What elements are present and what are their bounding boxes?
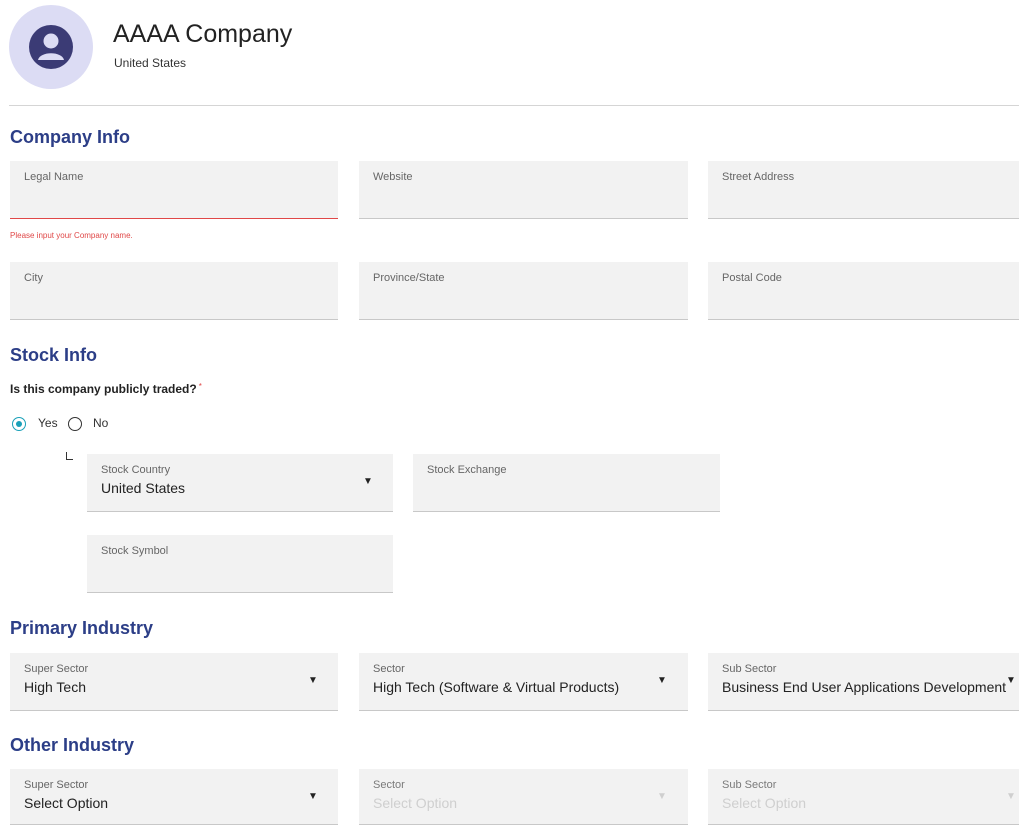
required-marker: * <box>198 382 202 391</box>
user-avatar-icon <box>29 25 73 69</box>
header-divider <box>9 105 1019 106</box>
other-sub-sector-select: Sub Sector Select Option ▼ <box>708 769 1019 825</box>
legal-name-label: Legal Name <box>24 171 84 183</box>
company-name: AAAA Company <box>113 20 293 48</box>
primary-sector-select[interactable]: Sector High Tech (Software & Virtual Pro… <box>359 653 688 711</box>
stock-symbol-label: Stock Symbol <box>101 545 169 557</box>
province-state-field[interactable]: Province/State <box>359 262 688 320</box>
website-label: Website <box>373 171 413 183</box>
radio-no-label[interactable]: No <box>93 416 108 430</box>
caret-down-icon: ▼ <box>1006 791 1016 802</box>
stock-country-select[interactable]: Stock Country United States ▼ <box>87 454 393 512</box>
stock-country-value: United States <box>101 480 186 496</box>
other-sector-select: Sector Select Option ▼ <box>359 769 688 825</box>
nested-indicator-icon <box>66 452 73 460</box>
primary-super-sector-select[interactable]: Super Sector High Tech ▼ <box>10 653 338 711</box>
street-address-field[interactable]: Street Address <box>708 161 1019 219</box>
other-sub-sector-value: Select Option <box>722 795 807 811</box>
caret-down-icon[interactable]: ▼ <box>363 476 373 487</box>
section-title-company-info: Company Info <box>10 127 130 147</box>
company-country: United States <box>114 56 187 70</box>
legal-name-error: Please input your Company name. <box>10 231 133 240</box>
caret-down-icon[interactable]: ▼ <box>308 791 318 802</box>
stock-exchange-field[interactable]: Stock Exchange <box>413 454 720 512</box>
other-super-sector-value: Select Option <box>24 795 109 811</box>
publicly-traded-question: Is this company publicly traded? * <box>10 382 202 396</box>
stock-exchange-label: Stock Exchange <box>427 464 507 476</box>
primary-sub-sector-select[interactable]: Sub Sector Business End User Application… <box>708 653 1019 711</box>
postal-code-field[interactable]: Postal Code <box>708 262 1019 320</box>
caret-down-icon[interactable]: ▼ <box>308 675 318 686</box>
street-address-label: Street Address <box>722 171 795 183</box>
caret-down-icon[interactable]: ▼ <box>1006 675 1016 686</box>
other-sub-sector-label: Sub Sector <box>722 779 777 791</box>
website-field[interactable]: Website <box>359 161 688 219</box>
company-avatar <box>9 5 93 89</box>
primary-sub-sector-label: Sub Sector <box>722 663 777 675</box>
other-super-sector-select[interactable]: Super Sector Select Option ▼ <box>10 769 338 825</box>
postal-code-label: Postal Code <box>722 272 782 284</box>
publicly-traded-question-text: Is this company publicly traded? <box>10 382 197 396</box>
primary-super-sector-value: High Tech <box>24 679 87 695</box>
primary-sector-value: High Tech (Software & Virtual Products) <box>373 679 620 695</box>
stock-symbol-field[interactable]: Stock Symbol <box>87 535 393 593</box>
radio-yes[interactable] <box>12 417 26 431</box>
radio-yes-label[interactable]: Yes <box>38 416 58 430</box>
province-state-label: Province/State <box>373 272 445 284</box>
section-title-other-industry: Other Industry <box>10 735 135 755</box>
other-sector-label: Sector <box>373 779 405 791</box>
stock-country-label: Stock Country <box>101 464 171 476</box>
city-field[interactable]: City <box>10 262 338 320</box>
primary-super-sector-label: Super Sector <box>24 663 89 675</box>
legal-name-field[interactable]: Legal Name <box>10 161 338 219</box>
radio-no[interactable] <box>68 417 82 431</box>
section-title-primary-industry: Primary Industry <box>10 618 154 638</box>
section-title-stock-info: Stock Info <box>10 345 98 365</box>
city-label: City <box>24 272 43 284</box>
other-sector-value: Select Option <box>373 795 458 811</box>
caret-down-icon: ▼ <box>657 791 667 802</box>
primary-sector-label: Sector <box>373 663 405 675</box>
other-super-sector-label: Super Sector <box>24 779 89 791</box>
primary-sub-sector-value: Business End User Applications Developme… <box>722 679 1007 695</box>
caret-down-icon[interactable]: ▼ <box>657 675 667 686</box>
